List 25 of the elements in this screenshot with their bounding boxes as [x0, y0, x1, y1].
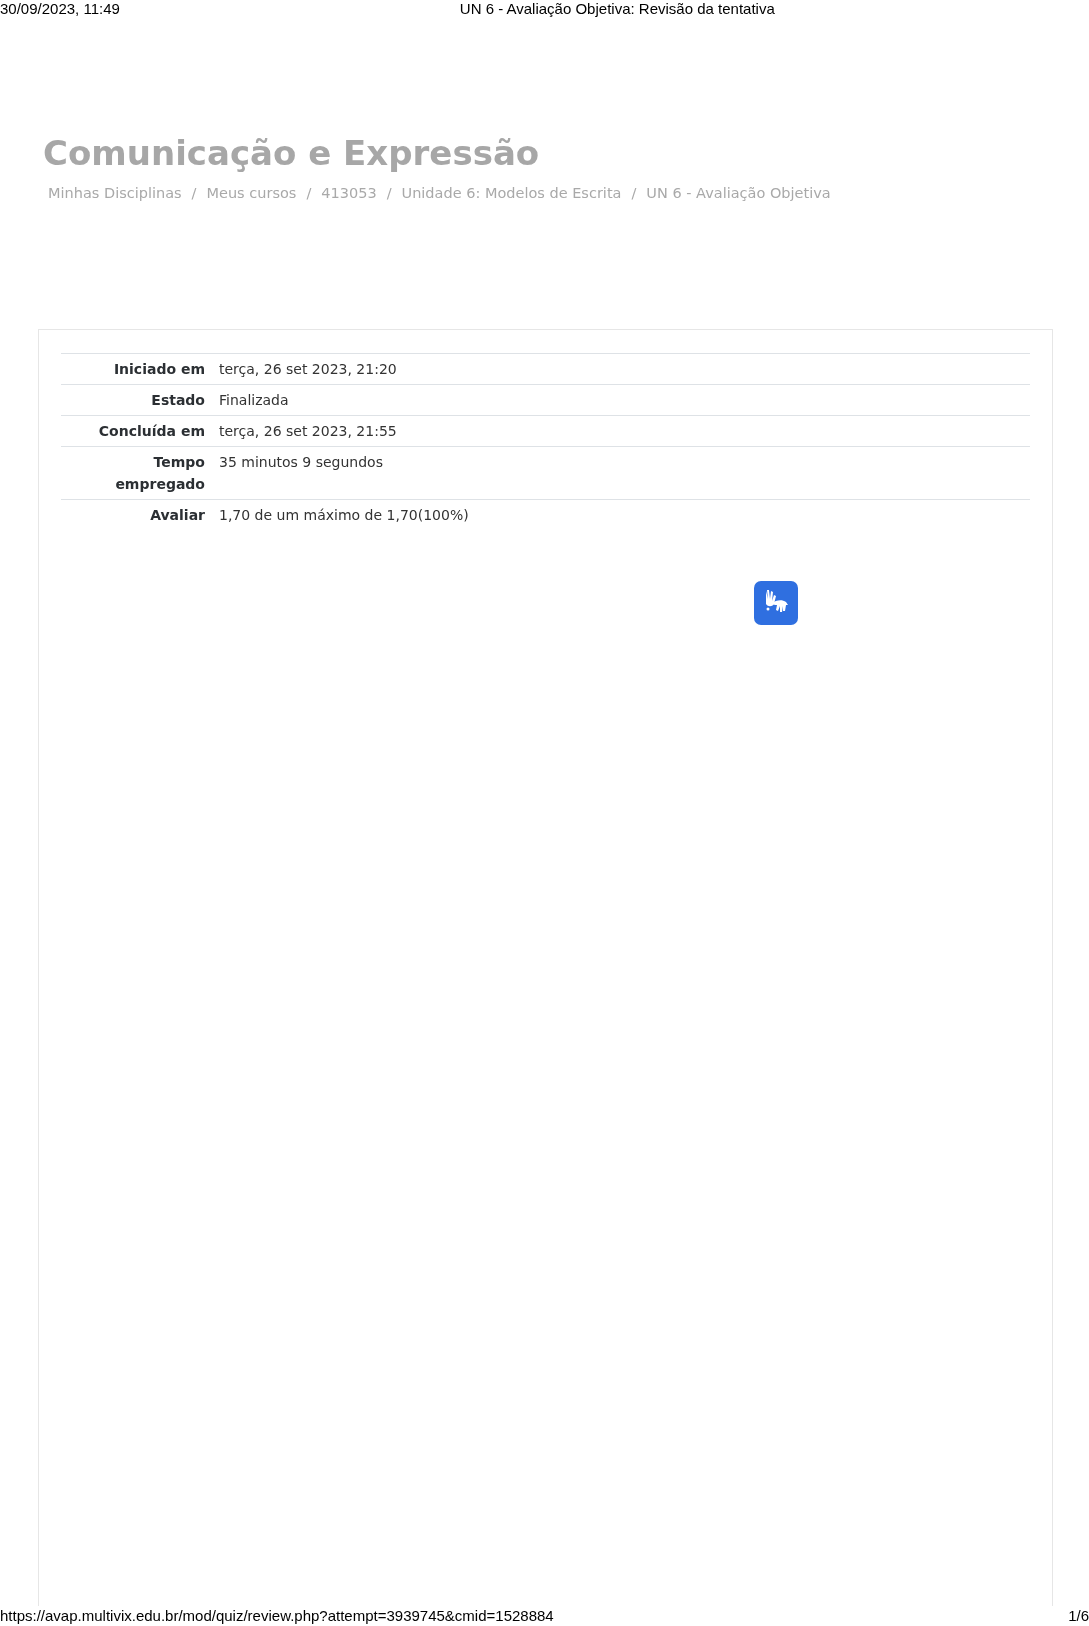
- print-date: 30/09/2023, 11:49: [0, 0, 120, 17]
- print-url: https://avap.multivix.edu.br/mod/quiz/review.php?attempt=3939745&cmid=1528884: [0, 1606, 554, 1626]
- summary-value: 35 minutos 9 segundos: [205, 446, 1030, 500]
- summary-value: 1,70 de um máximo de 1,70(100%): [205, 499, 1030, 530]
- summary-label: Estado: [61, 384, 205, 416]
- summary-label: Tempo empregado: [61, 446, 205, 500]
- breadcrumb-link[interactable]: UN 6 - Avaliação Objetiva: [646, 185, 831, 201]
- course-title: Comunicação e Expressão: [43, 133, 541, 173]
- summary-label: Concluída em: [61, 415, 205, 447]
- breadcrumb-separator: /: [386, 185, 392, 201]
- page-number: 1/6: [1068, 1606, 1089, 1626]
- summary-label: Avaliar: [61, 499, 205, 530]
- summary-value: terça, 26 set 2023, 21:55: [205, 415, 1030, 447]
- summary-value: terça, 26 set 2023, 21:20: [205, 353, 1030, 385]
- breadcrumb-link[interactable]: Unidade 6: Modelos de Escrita: [401, 185, 622, 201]
- breadcrumb-link[interactable]: Minhas Disciplinas: [48, 185, 182, 201]
- sign-language-icon[interactable]: [754, 581, 798, 625]
- breadcrumb-separator: /: [306, 185, 312, 201]
- breadcrumb-link[interactable]: 413053: [321, 185, 377, 201]
- breadcrumb-separator: /: [191, 185, 197, 201]
- breadcrumb-separator: /: [631, 185, 637, 201]
- breadcrumb-link[interactable]: Meus cursos: [206, 185, 297, 201]
- summary-value: Finalizada: [205, 384, 1030, 416]
- summary-label: Iniciado em: [61, 353, 205, 385]
- print-title: UN 6 - Avaliação Objetiva: Revisão da tentativa: [459, 0, 775, 17]
